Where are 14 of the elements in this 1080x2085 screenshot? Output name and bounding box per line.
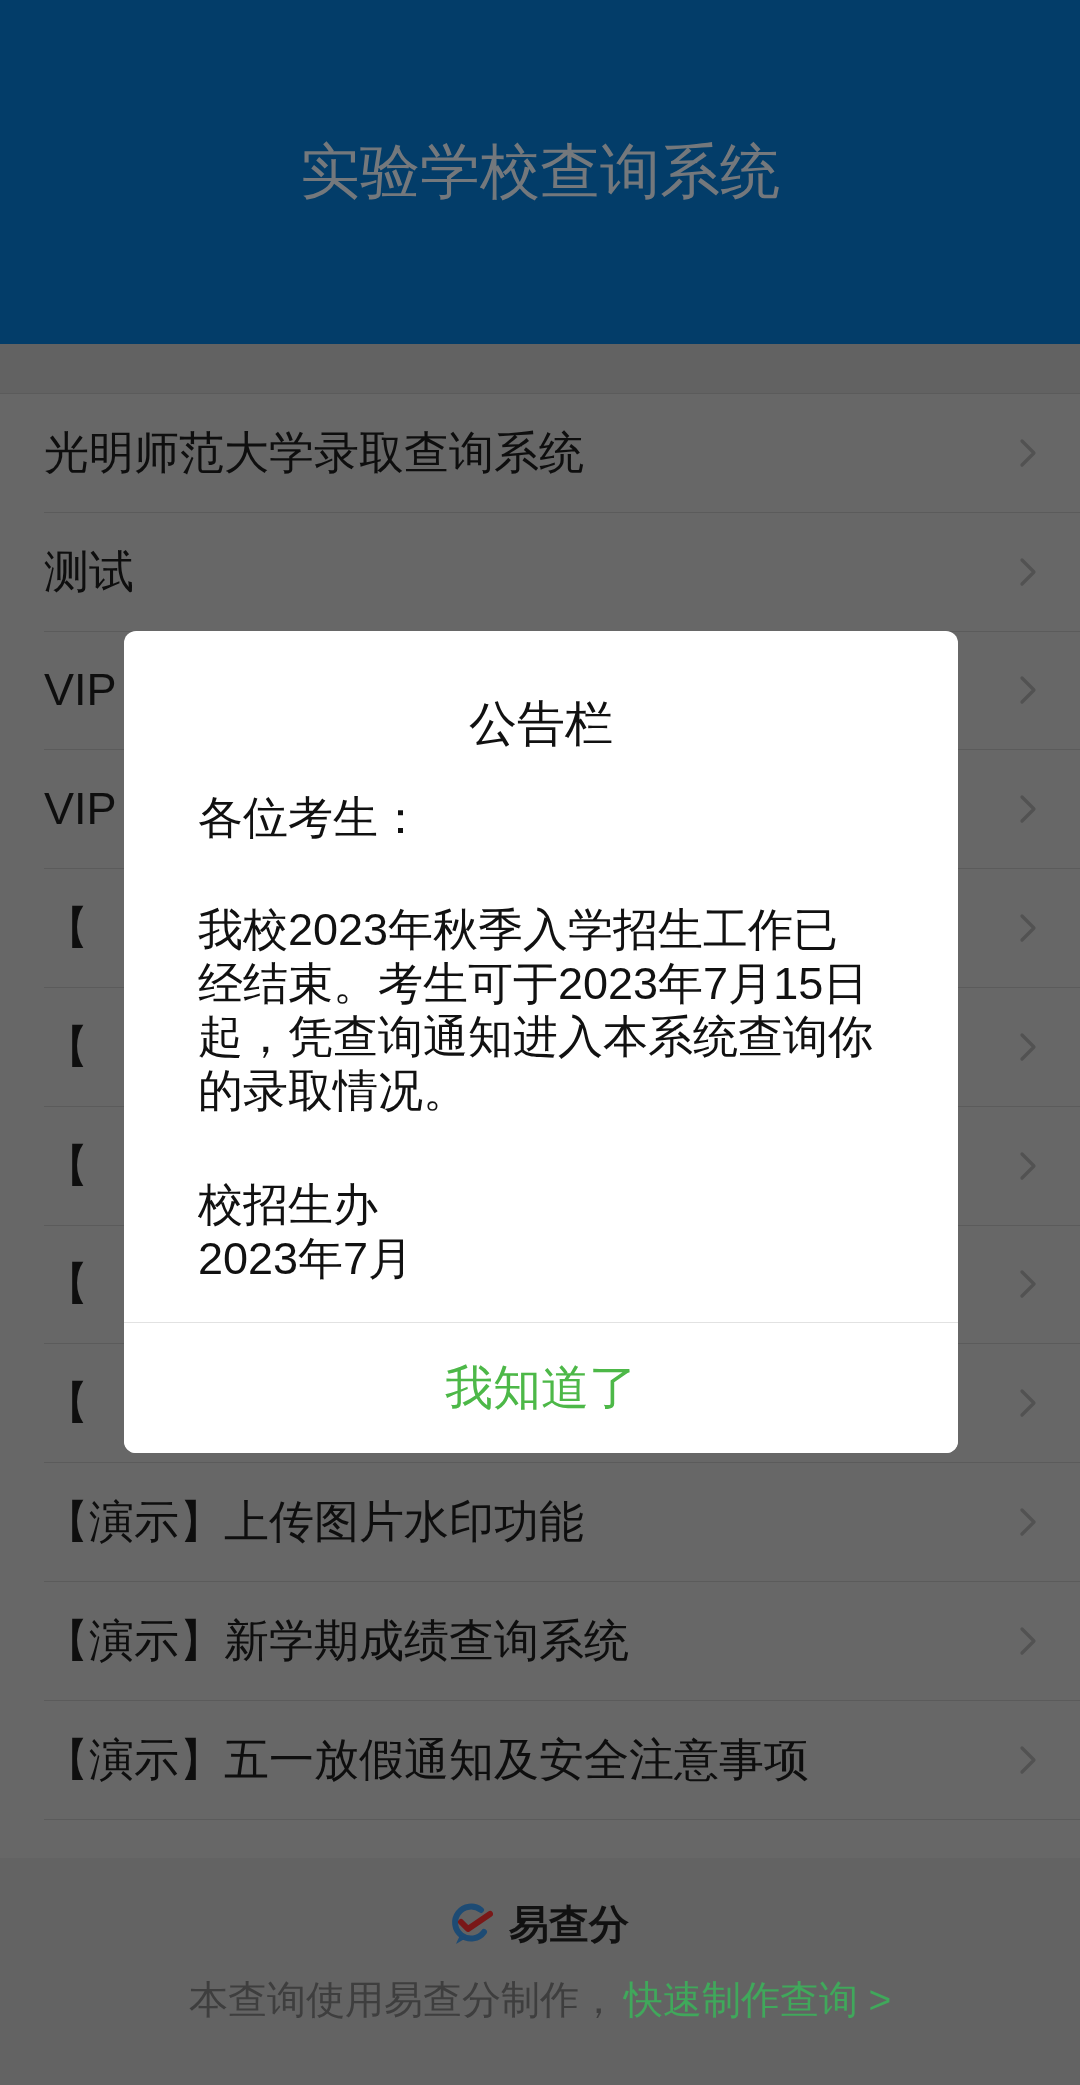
make-query-link[interactable]: 快速制作查询 > <box>623 1978 892 2021</box>
list-item[interactable]: 【演示】新学期成绩查询系统 <box>44 1581 1080 1701</box>
greeting-text: 各位考生： <box>198 791 424 845</box>
list-item[interactable]: 光明师范大学录取查询系统 <box>44 394 1080 513</box>
list-item[interactable]: 【演示】五一放假通知及安全注意事项 <box>44 1700 1080 1820</box>
header-title: 实验学校查询系统 <box>300 137 780 207</box>
check-bubble-icon <box>451 1902 493 1946</box>
brand-name: 易查分 <box>509 1901 629 1948</box>
signature-text: 校招生办 <box>198 1178 379 1232</box>
dialog-title: 公告栏 <box>468 696 614 752</box>
confirm-button[interactable]: 我知道了 <box>124 1322 958 1453</box>
list-item[interactable]: 【演示】上传图片水印功能 <box>44 1463 1080 1582</box>
notice-text: 我校2023年秋季入学招生工作已经结束。考生可于2023年7月15日起，凭查询通知进入本系统查询你的录取情况。 <box>198 903 874 1117</box>
date-text: 2023年7月 <box>198 1232 415 1286</box>
